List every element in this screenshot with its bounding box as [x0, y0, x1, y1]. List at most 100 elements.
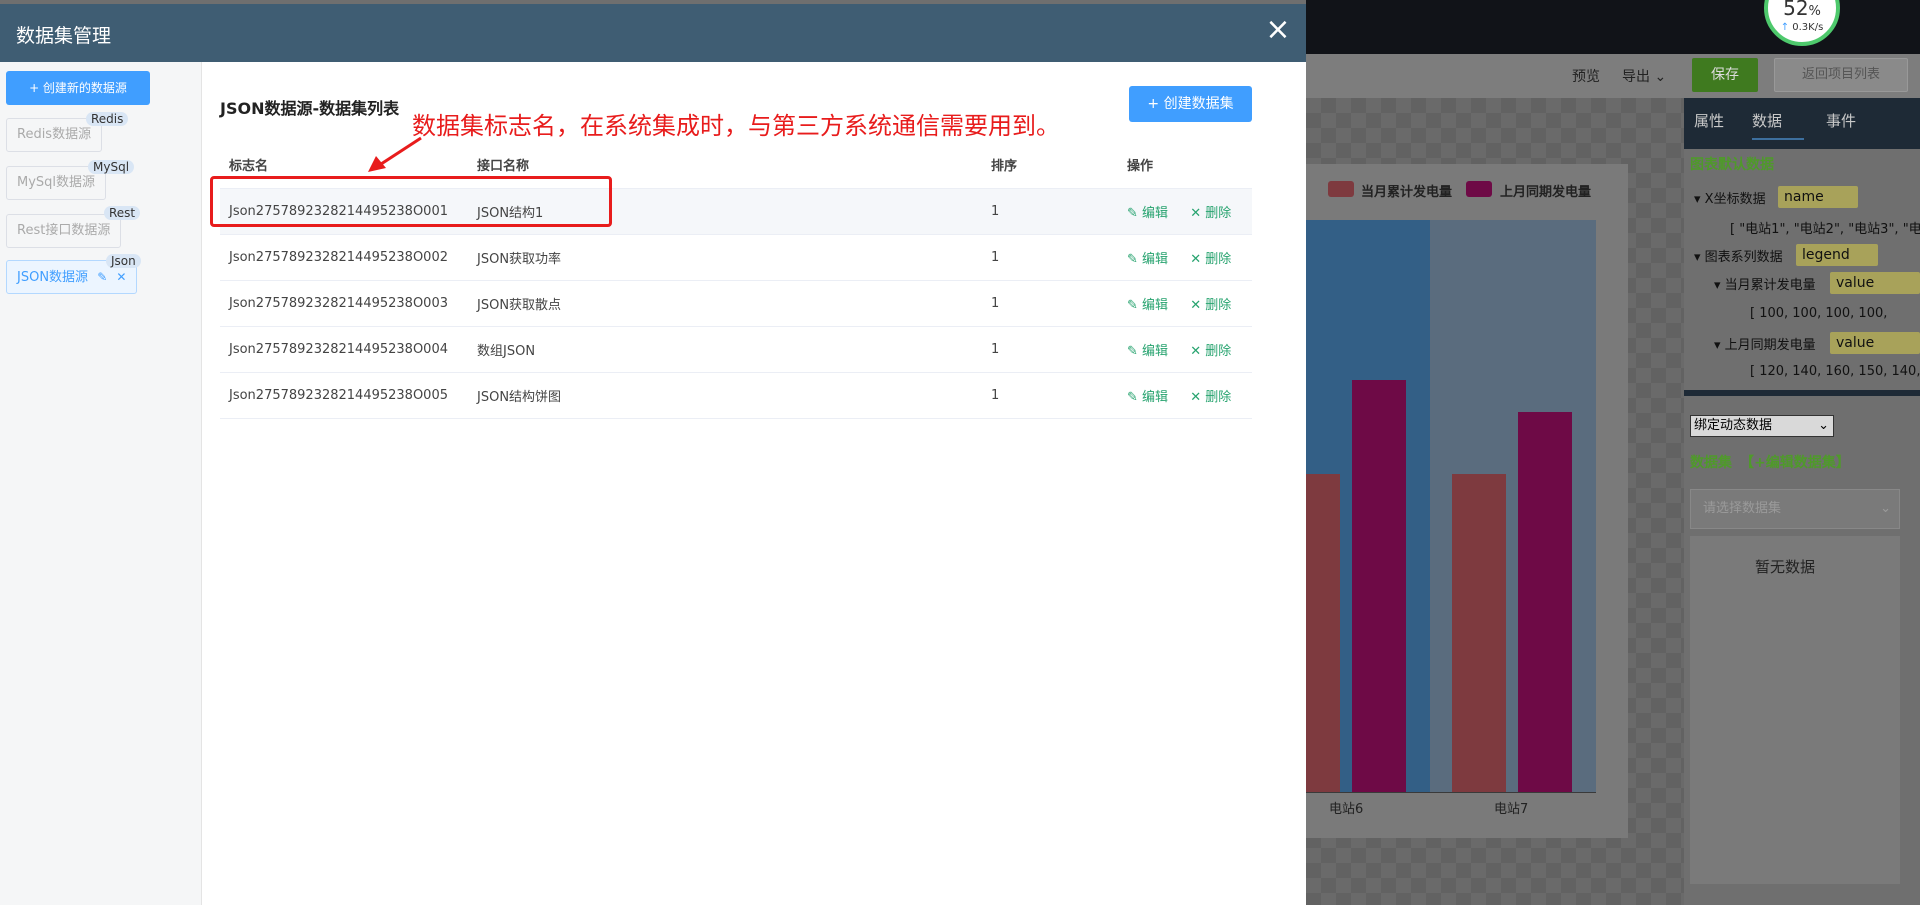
chart-x-tick-label: 电站7: [1494, 802, 1529, 817]
series-2-value: [ 120, 140, 160, 150, 140,: [1750, 364, 1920, 379]
table-row: Json2757892328214495238O002 JSON获取功率 1 ✎…: [220, 234, 1252, 281]
page-title: JSON数据源-数据集列表: [220, 99, 400, 118]
dataset-order-cell: 1: [982, 234, 1118, 281]
dialog-title: 数据集管理: [16, 25, 112, 47]
close-icon: ✕: [1190, 251, 1202, 267]
datasource-type-tag: Redis: [86, 112, 129, 126]
section-title: 图表默认数据: [1690, 157, 1774, 173]
usage-percent: 52%: [1783, 0, 1821, 20]
edit-icon: ✎: [1127, 343, 1138, 359]
tree-node-x-data[interactable]: ▾ X坐标数据: [1694, 188, 1766, 207]
edit-button[interactable]: ✎ 编辑: [1127, 298, 1168, 313]
empty-data-text: 暂无数据: [1755, 558, 1816, 576]
x-data-field[interactable]: name: [1778, 186, 1858, 208]
table-row: Json2757892328214495238O005 JSON结构饼图 1 ✎…: [220, 372, 1252, 419]
dataset-select[interactable]: 请选择数据集 ⌄: [1690, 489, 1900, 529]
preview-button[interactable]: 预览: [1572, 66, 1600, 86]
table-row: Json2757892328214495238O004 数组JSON 1 ✎ 编…: [220, 326, 1252, 373]
arrow-up-icon: ↑: [1780, 22, 1790, 33]
delete-button[interactable]: ✕ 删除: [1190, 206, 1231, 221]
actions-cell: ✎ 编辑 ✕ 删除: [1118, 326, 1252, 373]
edit-icon: ✎: [1127, 297, 1138, 313]
datasource-sidebar: + 创建新的数据源 Redis数据源 Redis MySql数据源 MySql …: [0, 62, 202, 905]
dialog-header: 数据集管理 ×: [0, 4, 1306, 62]
datasource-type-tag: MySql: [88, 160, 135, 174]
dataset-label: 数据集: [1690, 455, 1732, 471]
close-icon[interactable]: ×: [1262, 14, 1294, 46]
close-icon: ✕: [1190, 297, 1202, 313]
legend-label: 上月同期发电量: [1500, 185, 1592, 200]
dataset-id-cell: Json2757892328214495238O002: [220, 234, 468, 281]
chart-bar: [1518, 412, 1572, 792]
chart-bar: [1352, 380, 1406, 792]
series-1-field[interactable]: value: [1830, 272, 1920, 294]
edit-icon[interactable]: ✎: [97, 261, 107, 293]
chart-bar: [1452, 474, 1506, 792]
dataset-name-cell: 数组JSON: [468, 326, 982, 373]
delete-button[interactable]: ✕ 删除: [1190, 252, 1231, 267]
close-icon: ✕: [1190, 343, 1202, 359]
actions-cell: ✎ 编辑 ✕ 删除: [1118, 280, 1252, 327]
edit-button[interactable]: ✎ 编辑: [1127, 252, 1168, 267]
edit-button[interactable]: ✎ 编辑: [1127, 344, 1168, 359]
dataset-id-cell: Json2757892328214495238O004: [220, 326, 468, 373]
datasource-type-tag: Json: [106, 254, 141, 268]
tree-node-series-2[interactable]: ▾ 上月同期发电量: [1714, 334, 1816, 353]
dataset-name-cell: JSON结构饼图: [468, 372, 982, 419]
datasource-type-tag: Rest: [104, 206, 141, 220]
legend-label: 当月累计发电量: [1361, 185, 1453, 200]
edit-button[interactable]: ✎ 编辑: [1127, 206, 1168, 221]
delete-button[interactable]: ✕ 删除: [1190, 390, 1231, 405]
table-row: Json2757892328214495238O003 JSON获取散点 1 ✎…: [220, 280, 1252, 327]
close-icon: ✕: [1190, 389, 1202, 405]
dataset-order-cell: 1: [982, 326, 1118, 373]
bind-dynamic-data-select[interactable]: 绑定动态数据 ⌄: [1690, 415, 1834, 437]
annotation-highlight-box: [210, 176, 612, 227]
dataset-order-cell: 1: [982, 372, 1118, 419]
actions-cell: ✎ 编辑 ✕ 删除: [1118, 234, 1252, 281]
tree-node-series[interactable]: ▾ 图表系列数据: [1694, 246, 1783, 265]
chart-bar: [1306, 474, 1340, 792]
edit-icon: ✎: [1127, 205, 1138, 221]
chevron-down-icon: ⌄: [1818, 418, 1829, 433]
edit-button[interactable]: ✎ 编辑: [1127, 390, 1168, 405]
x-data-value: [ "电站1", "电站2", "电站3", "电: [1730, 222, 1920, 237]
chart-x-axis: [1306, 792, 1596, 793]
tab-properties[interactable]: 属性: [1694, 110, 1724, 131]
active-tab-indicator: [1752, 138, 1804, 140]
series-2-field[interactable]: value: [1830, 332, 1920, 354]
save-button[interactable]: 保存: [1692, 58, 1758, 92]
annotation-callout: 数据集标志名，在系统集成时，与第三方系统通信需要用到。: [412, 112, 1060, 140]
legend-swatch: [1466, 181, 1492, 197]
dataset-order-cell: 1: [982, 188, 1118, 235]
actions-cell: ✎ 编辑 ✕ 删除: [1118, 372, 1252, 419]
export-button[interactable]: 导出 ⌄: [1622, 66, 1666, 86]
series-1-value: [ 100, 100, 100, 100,: [1750, 306, 1888, 321]
dataset-order-cell: 1: [982, 280, 1118, 327]
sidebar-item-rest[interactable]: Rest接口数据源: [6, 214, 122, 248]
actions-cell: ✎ 编辑 ✕ 删除: [1118, 188, 1252, 235]
network-speed: ↑ 0.3K/s: [1780, 22, 1824, 33]
dataset-management-dialog: 数据集管理 × + 创建新的数据源 Redis数据源 Redis MySql数据…: [0, 4, 1306, 905]
chevron-down-icon: ⌄: [1654, 69, 1667, 85]
edit-dataset-link[interactable]: 【+编辑数据集】: [1740, 452, 1850, 472]
edit-icon: ✎: [1127, 251, 1138, 267]
close-icon: ✕: [1190, 205, 1202, 221]
dataset-id-cell: Json2757892328214495238O003: [220, 280, 468, 327]
series-field[interactable]: legend: [1796, 244, 1878, 266]
tab-events[interactable]: 事件: [1826, 110, 1856, 131]
column-header-actions: 操作: [1118, 142, 1252, 189]
dataset-name-cell: JSON获取散点: [468, 280, 982, 327]
column-header-order: 排序: [982, 142, 1118, 189]
back-to-projects-button[interactable]: 返回项目列表: [1774, 58, 1908, 92]
create-datasource-button[interactable]: + 创建新的数据源: [6, 71, 150, 105]
chevron-down-icon: ⌄: [1880, 501, 1891, 516]
delete-button[interactable]: ✕ 删除: [1190, 344, 1231, 359]
dataset-id-cell: Json2757892328214495238O005: [220, 372, 468, 419]
delete-button[interactable]: ✕ 删除: [1190, 298, 1231, 313]
tab-data[interactable]: 数据: [1752, 110, 1782, 131]
chart-x-tick-label: 电站6: [1329, 802, 1364, 817]
annotation-arrow-icon: [368, 136, 422, 172]
tree-node-series-1[interactable]: ▾ 当月累计发电量: [1714, 274, 1816, 293]
create-dataset-button[interactable]: + 创建数据集: [1129, 86, 1252, 122]
